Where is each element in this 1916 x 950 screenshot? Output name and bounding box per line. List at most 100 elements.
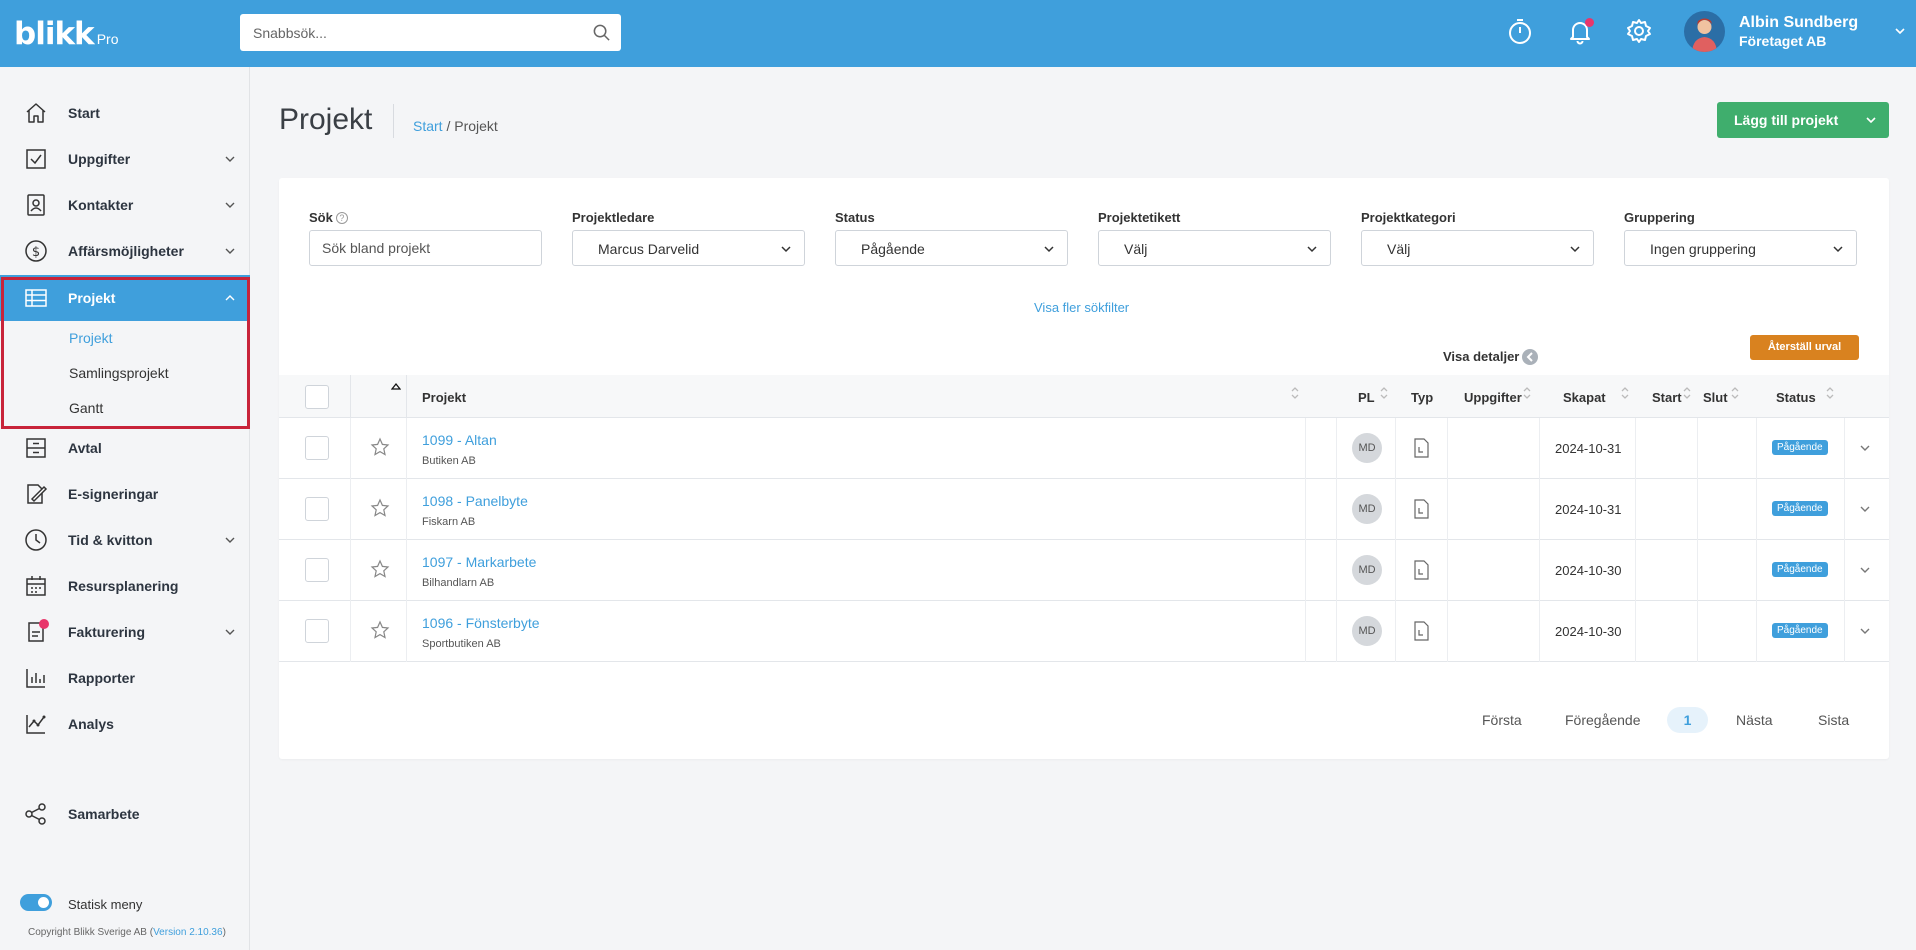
- column-header-pl[interactable]: PL: [1358, 390, 1375, 405]
- submenu-item-samlingsprojekt[interactable]: Samlingsprojekt: [69, 365, 169, 381]
- sidebar-item-affarsmojligheter[interactable]: $ Affärsmöjligheter: [0, 228, 250, 274]
- column-header-end[interactable]: Slut: [1703, 390, 1728, 405]
- search-icon[interactable]: [592, 23, 611, 42]
- table-header: Projekt PL Typ Uppgifter Skapat Start Sl…: [279, 375, 1889, 418]
- reset-filters-button[interactable]: Återställ urval: [1750, 335, 1859, 360]
- static-menu-toggle[interactable]: [20, 894, 52, 911]
- row-checkbox[interactable]: [305, 497, 329, 521]
- column-divider: [1635, 540, 1636, 601]
- blikk-logo[interactable]: blikk Pro: [14, 16, 118, 52]
- sort-icon[interactable]: [1682, 385, 1692, 401]
- column-header-start[interactable]: Start: [1652, 390, 1682, 405]
- sort-icon[interactable]: [1730, 385, 1740, 401]
- more-filters-link[interactable]: Visa fler sökfilter: [1034, 300, 1129, 315]
- submenu-item-projekt[interactable]: Projekt: [69, 330, 113, 346]
- column-header-project[interactable]: Projekt: [422, 390, 466, 405]
- pagination-last[interactable]: Sista: [1818, 712, 1849, 728]
- star-icon[interactable]: [370, 620, 390, 640]
- star-icon[interactable]: [370, 559, 390, 579]
- star-icon[interactable]: [370, 498, 390, 518]
- sidebar-item-samarbete[interactable]: Samarbete: [0, 791, 250, 837]
- pagination-first[interactable]: Första: [1482, 712, 1522, 728]
- pagination-prev[interactable]: Föregående: [1565, 712, 1641, 728]
- row-checkbox[interactable]: [305, 558, 329, 582]
- column-header-tasks[interactable]: Uppgifter: [1464, 390, 1522, 405]
- copyright-end: ): [222, 927, 226, 938]
- gear-icon[interactable]: [1624, 16, 1654, 46]
- sort-icon[interactable]: [1379, 385, 1389, 401]
- chevron-down-icon[interactable]: [1859, 564, 1871, 576]
- chevron-down-icon[interactable]: [1859, 442, 1871, 454]
- help-icon[interactable]: ?: [335, 212, 348, 224]
- table-row[interactable]: 1097 - Markarbete Bilhandlarn AB MD 2024…: [279, 540, 1889, 601]
- chevron-down-icon[interactable]: [1859, 625, 1871, 637]
- star-icon[interactable]: [370, 437, 390, 457]
- sort-icon[interactable]: [1825, 385, 1835, 401]
- project-search-input[interactable]: [309, 230, 542, 266]
- sidebar-item-avtal[interactable]: Avtal: [0, 425, 250, 471]
- grouping-filter-label: Gruppering: [1624, 210, 1695, 225]
- table-row[interactable]: 1096 - Fönsterbyte Sportbutiken AB MD 20…: [279, 601, 1889, 662]
- sidebar-item-label: Projekt: [68, 290, 116, 306]
- project-link[interactable]: 1098 - Panelbyte: [422, 493, 528, 509]
- sidebar-item-tid-kvitton[interactable]: Tid & kvitton: [0, 517, 250, 563]
- user-company[interactable]: Företaget AB: [1739, 33, 1826, 49]
- pagination-page-1[interactable]: 1: [1667, 707, 1708, 733]
- column-divider: [1844, 418, 1845, 479]
- clock-icon: [25, 529, 47, 551]
- table-row[interactable]: 1099 - Altan Butiken AB MD 2024-10-31 På…: [279, 418, 1889, 479]
- sort-icon[interactable]: [1290, 385, 1300, 401]
- column-header-status[interactable]: Status: [1776, 390, 1816, 405]
- user-name[interactable]: Albin Sundberg: [1739, 14, 1858, 32]
- grouping-select[interactable]: Ingen gruppering: [1624, 230, 1857, 266]
- version-link[interactable]: Version 2.10.36: [153, 927, 223, 938]
- title-divider: [393, 104, 394, 138]
- tag-select[interactable]: Välj: [1098, 230, 1331, 266]
- sidebar-item-e-signeringar[interactable]: E-signeringar: [0, 471, 250, 517]
- sidebar-item-fakturering[interactable]: Fakturering: [0, 609, 250, 655]
- sidebar-item-rapporter[interactable]: Rapporter: [0, 655, 250, 701]
- project-link[interactable]: 1097 - Markarbete: [422, 554, 536, 570]
- chevron-left-icon[interactable]: [1522, 349, 1538, 365]
- avatar[interactable]: [1684, 11, 1725, 52]
- sidebar-item-analys[interactable]: Analys: [0, 701, 250, 747]
- column-header-type[interactable]: Typ: [1411, 390, 1433, 405]
- sidebar-item-uppgifter[interactable]: Uppgifter: [0, 136, 250, 182]
- column-divider: [1336, 540, 1337, 601]
- category-select[interactable]: Välj: [1361, 230, 1594, 266]
- show-details-toggle[interactable]: Visa detaljer: [1443, 349, 1519, 364]
- add-project-button[interactable]: Lägg till projekt: [1717, 102, 1889, 138]
- column-divider: [1756, 479, 1757, 540]
- chevron-down-icon[interactable]: [1859, 503, 1871, 515]
- sidebar-item-kontakter[interactable]: Kontakter: [0, 182, 250, 228]
- share-icon: [25, 803, 46, 825]
- timer-icon[interactable]: [1505, 16, 1535, 46]
- table-row[interactable]: 1098 - Panelbyte Fiskarn AB MD 2024-10-3…: [279, 479, 1889, 540]
- chevron-down-icon[interactable]: [1865, 114, 1877, 126]
- chevron-down-icon: [1044, 246, 1054, 253]
- manager-select[interactable]: Marcus Darvelid: [572, 230, 805, 266]
- row-checkbox[interactable]: [305, 436, 329, 460]
- row-checkbox[interactable]: [305, 619, 329, 643]
- project-link[interactable]: 1099 - Altan: [422, 432, 497, 448]
- sidebar-item-start[interactable]: Start: [0, 90, 250, 136]
- status-select[interactable]: Pågående: [835, 230, 1068, 266]
- project-link[interactable]: 1096 - Fönsterbyte: [422, 615, 540, 631]
- home-icon: [26, 103, 46, 123]
- sort-icon[interactable]: [1522, 385, 1532, 401]
- chevron-down-icon[interactable]: [1893, 24, 1907, 38]
- sort-icon[interactable]: [1620, 385, 1630, 401]
- quick-search-input[interactable]: [240, 14, 570, 51]
- sort-asc-icon[interactable]: [391, 381, 401, 397]
- select-all-checkbox[interactable]: [305, 385, 329, 409]
- sidebar-item-resursplanering[interactable]: Resursplanering: [0, 563, 250, 609]
- svg-text:$: $: [32, 245, 40, 260]
- column-header-created[interactable]: Skapat: [1563, 390, 1606, 405]
- sidebar-item-projekt[interactable]: Projekt: [0, 275, 250, 321]
- column-divider: [350, 418, 351, 479]
- submenu-item-gantt[interactable]: Gantt: [69, 400, 103, 416]
- category-filter-label: Projektkategori: [1361, 210, 1456, 225]
- copyright: Copyright Blikk Sverige AB (Version 2.10…: [28, 927, 226, 938]
- pagination-next[interactable]: Nästa: [1736, 712, 1773, 728]
- breadcrumb-home[interactable]: Start: [413, 118, 443, 134]
